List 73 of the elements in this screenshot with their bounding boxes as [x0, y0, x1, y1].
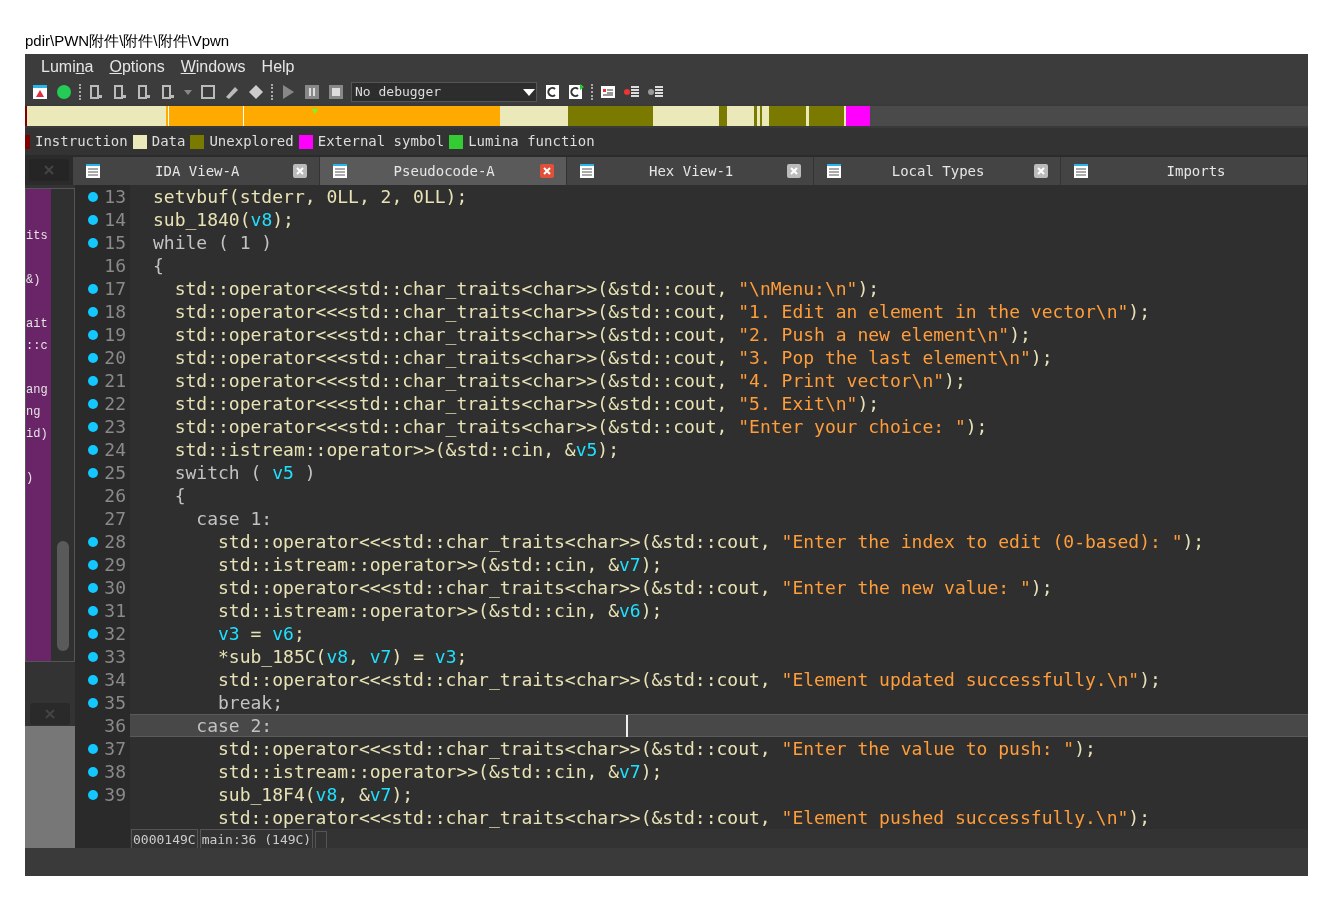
line-number: 17	[104, 277, 126, 301]
menu-item[interactable]: Lumina	[41, 55, 94, 79]
line-number: 24	[104, 438, 126, 462]
line-number: 13	[104, 185, 126, 209]
line-number: 37	[104, 737, 126, 761]
tab[interactable]: Hex View-1	[567, 157, 815, 185]
close-icon[interactable]	[1034, 164, 1049, 178]
close-icon[interactable]	[787, 164, 802, 178]
line-number: 32	[104, 622, 126, 646]
legend-label: External symbol	[317, 132, 445, 151]
debugger-select[interactable]: No debugger	[351, 82, 537, 102]
c-run-icon[interactable]	[567, 83, 585, 101]
circle-icon[interactable]	[55, 83, 73, 101]
menu-item[interactable]: Options	[109, 55, 165, 79]
line-number: 15	[104, 231, 126, 255]
line-number: 35	[104, 691, 126, 715]
menu-item[interactable]: Windows	[180, 55, 246, 79]
line-number: 38	[104, 760, 126, 784]
line-number: 28	[104, 530, 126, 554]
list-icon[interactable]	[599, 83, 617, 101]
line-number: 27	[104, 507, 126, 531]
panel-text: &)	[26, 272, 42, 289]
dropdown-caret-icon[interactable]	[522, 86, 536, 98]
legend-label: Lumina function	[468, 132, 595, 151]
diamond-icon[interactable]	[247, 83, 265, 101]
line-number: 29	[104, 553, 126, 577]
panel-text: ng	[26, 404, 42, 421]
navigation-band-drawing[interactable]	[25, 106, 1308, 126]
tab[interactable]: Imports	[1061, 157, 1308, 185]
tab[interactable]: Pseudocode-A	[320, 157, 568, 185]
line-number: 21	[104, 369, 126, 393]
line-number: 34	[104, 668, 126, 692]
line-number: 23	[104, 415, 126, 439]
line-number: 36	[104, 714, 126, 738]
tab-icon	[85, 163, 102, 179]
tab-icon	[1073, 163, 1090, 179]
tab-icon	[826, 163, 843, 179]
tab-icon	[332, 163, 349, 179]
menu-item[interactable]: Help	[261, 55, 295, 79]
line-number: 25	[104, 461, 126, 485]
line-number: 19	[104, 323, 126, 347]
panel-text: its	[26, 228, 49, 245]
panel-text: )	[26, 470, 35, 487]
tab-icon	[579, 163, 596, 179]
line-number: 18	[104, 300, 126, 324]
window-title: pdir\PWN附件\附件\附件\Vpwn	[25, 30, 230, 51]
tab[interactable]: IDA View-A	[73, 157, 321, 185]
panel-text: ait	[26, 316, 49, 333]
line-number: 14	[104, 208, 126, 232]
tab[interactable]: Local Types	[814, 157, 1062, 185]
c-file-icon[interactable]	[543, 83, 561, 101]
line-number: 30	[104, 576, 126, 600]
line-number: 26	[104, 484, 126, 508]
window-icon[interactable]	[31, 83, 49, 101]
line-number: 33	[104, 645, 126, 669]
legend-label: Instruction	[35, 132, 128, 151]
legend-label: Unexplored	[209, 132, 294, 151]
pause-icon[interactable]	[303, 83, 321, 101]
scrollbar-thumb[interactable]	[56, 541, 69, 651]
close-icon[interactable]	[540, 164, 555, 178]
panel-text: id)	[26, 426, 49, 443]
panel-text: ::c	[26, 338, 49, 355]
line-number: 39	[104, 783, 126, 807]
line-number: 16	[104, 254, 126, 278]
line-number: 20	[104, 346, 126, 370]
close-icon[interactable]	[293, 164, 308, 178]
stop-icon[interactable]	[327, 83, 345, 101]
text-cursor	[626, 715, 628, 738]
panel-text: ang	[26, 382, 49, 399]
line-number: 31	[104, 599, 126, 623]
line-number: 22	[104, 392, 126, 416]
legend-label: Data	[151, 132, 186, 151]
square-icon[interactable]	[199, 83, 217, 101]
